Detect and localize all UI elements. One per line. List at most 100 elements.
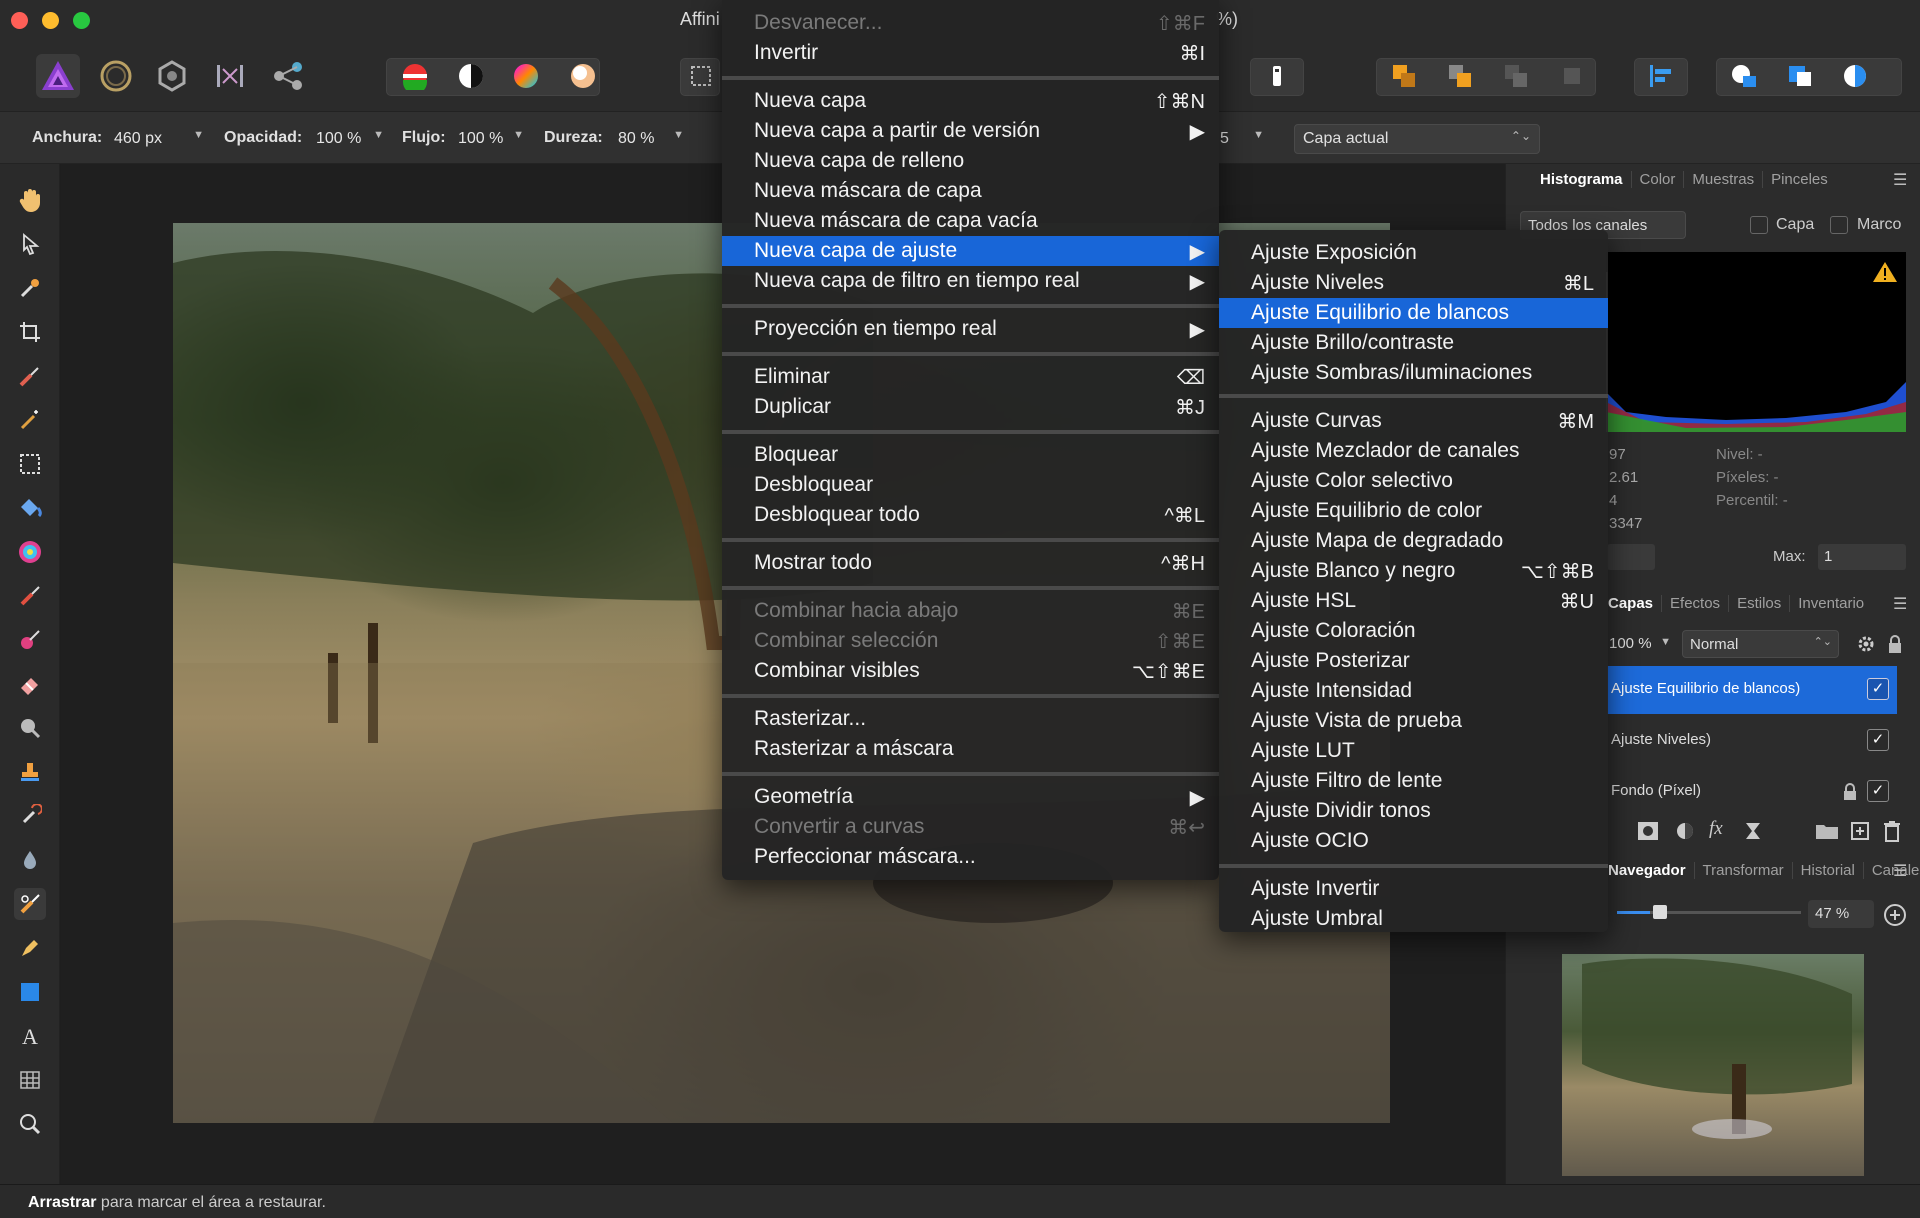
menu-item[interactable]: Nueva capa de ajuste ▶	[722, 236, 1219, 266]
blur-tool[interactable]	[14, 844, 46, 876]
menu-item[interactable]: Ajuste Curvas ⌘M	[1219, 406, 1608, 436]
levels-button[interactable]	[393, 54, 437, 98]
flow-field[interactable]: 100 % ▼	[452, 126, 526, 152]
layer-opacity-dropdown-icon[interactable]: ▼	[1660, 636, 1671, 648]
layer-visibility-checkbox[interactable]: ✓	[1867, 780, 1889, 802]
menu-item[interactable]: Ajuste Coloración	[1219, 616, 1608, 646]
menu-item[interactable]: Ajuste Niveles ⌘L	[1219, 268, 1608, 298]
layer-row[interactable]: Ajuste Niveles) ✓	[1607, 717, 1897, 765]
menu-item[interactable]: Duplicar ⌘J	[722, 392, 1219, 422]
trash-icon[interactable]	[1883, 820, 1901, 842]
tab-stock[interactable]: Inventario	[1790, 595, 1872, 612]
tab-color[interactable]: Color	[1632, 170, 1685, 188]
rectangle-tool[interactable]	[14, 976, 46, 1008]
tab-swatches[interactable]: Muestras	[1684, 170, 1764, 188]
erase-tool[interactable]	[14, 668, 46, 700]
menu-item[interactable]: Desbloquear	[722, 470, 1219, 500]
opacity-dropdown-icon[interactable]: ▼	[373, 129, 384, 141]
menu-item[interactable]: Ajuste Equilibrio de blancos	[1219, 298, 1608, 328]
menu-item[interactable]: Nueva máscara de capa vacía	[722, 206, 1219, 236]
menu-item[interactable]: Ajuste Blanco y negro ⌥⇧⌘B	[1219, 556, 1608, 586]
layer-visibility-checkbox[interactable]: ✓	[1867, 678, 1889, 700]
hardness-field[interactable]: 80 % ▼	[612, 126, 686, 152]
color-replacement-tool[interactable]	[14, 624, 46, 656]
zoom-in-icon[interactable]	[1883, 903, 1907, 927]
move-forward-one-button[interactable]	[1494, 54, 1538, 98]
undo-brush-tool[interactable]	[14, 800, 46, 832]
menu-item[interactable]: Ajuste Posterizar	[1219, 646, 1608, 676]
liquify-persona-button[interactable]	[94, 54, 138, 98]
flow-dropdown-icon[interactable]: ▼	[513, 129, 524, 141]
assistant-button[interactable]	[1255, 54, 1299, 98]
window-zoom-button[interactable]	[73, 12, 90, 29]
move-to-front-button[interactable]	[1550, 54, 1594, 98]
marquee-tool[interactable]	[14, 448, 46, 480]
width-dropdown-icon[interactable]: ▼	[193, 129, 204, 141]
move-back-one-button[interactable]	[1438, 54, 1482, 98]
contrast-button[interactable]	[449, 54, 493, 98]
zoom-slider-handle[interactable]	[1652, 905, 1667, 919]
menu-item[interactable]: Ajuste Sombras/iluminaciones	[1219, 358, 1608, 388]
blend-mode-select[interactable]: Normal ⌃⌄	[1682, 630, 1839, 658]
layers-panel-menu-icon[interactable]: ☰	[1893, 594, 1907, 614]
gradient-tool[interactable]	[14, 536, 46, 568]
partial-field-dropdown-icon[interactable]: ▼	[1253, 129, 1264, 141]
partial-field[interactable]: 5 ▼	[1214, 126, 1266, 152]
develop-persona-button[interactable]	[150, 54, 194, 98]
menu-item[interactable]: Perfeccionar máscara...	[722, 842, 1219, 872]
intersect-boolean-button[interactable]	[1834, 54, 1878, 98]
subtract-boolean-button[interactable]	[1778, 54, 1822, 98]
pen-tool[interactable]	[14, 932, 46, 964]
menu-item[interactable]: Nueva capa a partir de versión ▶	[722, 116, 1219, 146]
menu-item[interactable]: Nueva capa de filtro en tiempo real ▶	[722, 266, 1219, 296]
menu-item[interactable]: Ajuste Umbral	[1219, 904, 1608, 934]
color-picker-tool[interactable]	[14, 272, 46, 304]
view-tool[interactable]	[14, 184, 46, 216]
tone-mapping-persona-button[interactable]	[208, 54, 252, 98]
layer-row[interactable]: Fondo (Píxel) ✓	[1607, 768, 1897, 816]
menu-item[interactable]: Ajuste LUT	[1219, 736, 1608, 766]
clone-tool[interactable]	[14, 756, 46, 788]
menu-item[interactable]: Ajuste Filtro de lente	[1219, 766, 1608, 796]
add-boolean-button[interactable]	[1722, 54, 1766, 98]
menu-item[interactable]: Ajuste HSL ⌘U	[1219, 586, 1608, 616]
menu-item[interactable]: Ajuste Vista de prueba	[1219, 706, 1608, 736]
tab-navigator[interactable]: Navegador	[1600, 861, 1695, 879]
width-field[interactable]: 460 px ▼	[108, 126, 206, 152]
menu-item[interactable]: Ajuste OCIO	[1219, 826, 1608, 856]
menu-item[interactable]: Ajuste Exposición	[1219, 238, 1608, 268]
live-filter-icon[interactable]	[1743, 821, 1763, 841]
menu-item[interactable]: Rasterizar a máscara	[722, 734, 1219, 764]
mesh-warp-tool[interactable]	[14, 1064, 46, 1096]
menu-item[interactable]: Ajuste Brillo/contraste	[1219, 328, 1608, 358]
inpainting-brush-tool[interactable]	[14, 888, 46, 920]
paint-brush-tool[interactable]	[14, 580, 46, 612]
menu-item[interactable]: Ajuste Invertir	[1219, 874, 1608, 904]
menu-item[interactable]: Nueva máscara de capa	[722, 176, 1219, 206]
hardness-dropdown-icon[interactable]: ▼	[673, 129, 684, 141]
window-minimize-button[interactable]	[42, 12, 59, 29]
menu-item[interactable]: Desbloquear todo ^⌘L	[722, 500, 1219, 530]
navigator-preview[interactable]	[1562, 954, 1864, 1176]
layer-opacity-field[interactable]: 100 % ▼	[1607, 630, 1671, 658]
menu-item[interactable]: Combinar visibles ⌥⇧⌘E	[722, 656, 1219, 686]
tab-transform[interactable]: Transformar	[1695, 861, 1793, 879]
gear-icon[interactable]	[1856, 634, 1876, 654]
menu-item[interactable]: Bloquear	[722, 440, 1219, 470]
menu-item[interactable]: Ajuste Equilibrio de color	[1219, 496, 1608, 526]
add-layer-icon[interactable]	[1850, 821, 1870, 841]
menu-item[interactable]: Ajuste Dividir tonos	[1219, 796, 1608, 826]
move-tool[interactable]	[14, 228, 46, 260]
tab-brushes[interactable]: Pinceles	[1763, 171, 1836, 188]
opacity-field[interactable]: 100 % ▼	[310, 126, 386, 152]
menu-item[interactable]: Ajuste Intensidad	[1219, 676, 1608, 706]
fx-icon[interactable]: fx	[1709, 818, 1723, 840]
dodge-tool[interactable]	[14, 712, 46, 744]
lock-icon[interactable]	[1887, 634, 1903, 654]
menu-item[interactable]: Eliminar ⌫	[722, 362, 1219, 392]
window-close-button[interactable]	[11, 12, 28, 29]
fill-tool[interactable]	[14, 492, 46, 524]
menu-item[interactable]: Geometría ▶	[722, 782, 1219, 812]
marquee-button[interactable]	[688, 54, 714, 98]
menu-item[interactable]: Rasterizar...	[722, 704, 1219, 734]
